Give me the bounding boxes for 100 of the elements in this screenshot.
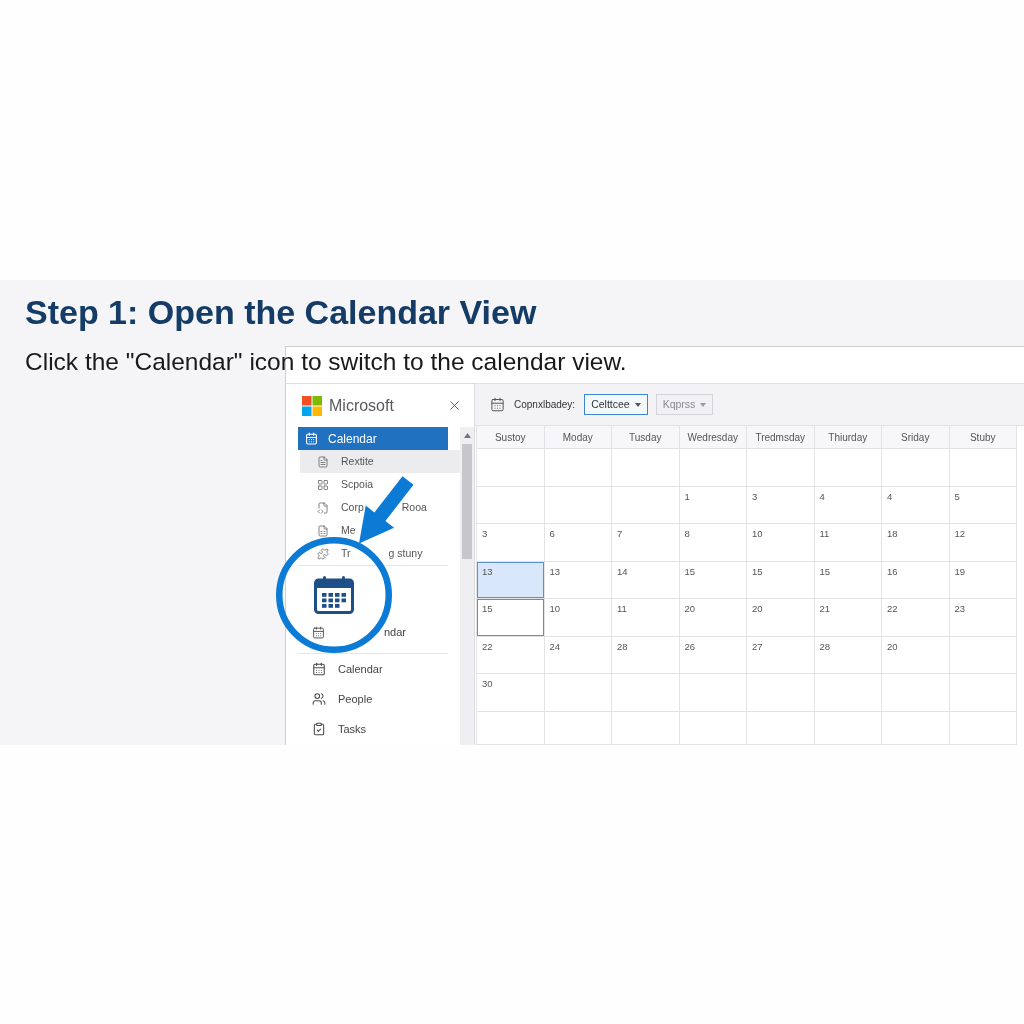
calendar-day-cell[interactable] (544, 711, 612, 745)
calendar-day-cell[interactable]: 8 (679, 524, 747, 562)
calendar-day-cell[interactable]: 26 (679, 636, 747, 674)
app-nav-item[interactable]: Tasks (286, 714, 460, 744)
calendar-day-cell[interactable]: 15 (477, 599, 545, 637)
calendar-day-cell[interactable]: 6 (544, 524, 612, 562)
step-title: Step 1: Open the Calendar View (25, 292, 537, 332)
weekday-header: Thiurday (814, 426, 882, 449)
code-file-icon (317, 501, 329, 514)
calendar-day-cell[interactable] (747, 674, 815, 712)
nav-subitem[interactable]: Tr (317, 547, 351, 560)
weekday-header: Sriday (882, 426, 950, 449)
calendar-day-cell[interactable]: 15 (814, 561, 882, 599)
calendar-day-cell[interactable] (477, 486, 545, 524)
puzzle-icon (317, 547, 329, 560)
spreadsheet-file-icon (317, 524, 329, 537)
dropdown[interactable]: Celttcee (584, 394, 648, 415)
calendar-day-cell[interactable]: 18 (882, 524, 950, 562)
app-nav-item[interactable]: Calendar (286, 654, 460, 684)
calendar-day-cell[interactable]: 20 (747, 599, 815, 637)
clipboard-icon (312, 722, 326, 736)
scrollbar-thumb[interactable] (462, 444, 472, 559)
calendar-day-cell[interactable] (747, 711, 815, 745)
calendar-day-cell[interactable]: 10 (544, 599, 612, 637)
nav-subitem-label[interactable]: g stuny (388, 548, 423, 559)
calendar-day-cell[interactable] (949, 674, 1017, 712)
nav-subitem[interactable]: Corp (317, 501, 364, 514)
calendar-day-cell[interactable]: 23 (949, 599, 1017, 637)
calendar-day-cell[interactable] (882, 711, 950, 745)
app-nav-item[interactable]: People (286, 684, 460, 714)
document-icon (317, 455, 329, 468)
weekday-header: Stuby (949, 426, 1017, 449)
calendar-day-cell[interactable] (949, 449, 1017, 487)
calendar-day-cell[interactable]: 7 (612, 524, 680, 562)
calendar-day-cell[interactable]: 4 (814, 486, 882, 524)
nav-subitem[interactable]: Scpoia (317, 478, 374, 491)
calendar-day-cell[interactable]: 21 (814, 599, 882, 637)
grid-icon (317, 478, 329, 491)
calendar-day-cell[interactable] (679, 449, 747, 487)
calendar-day-cell[interactable]: 22 (882, 599, 950, 637)
calendar-day-cell[interactable] (814, 711, 882, 745)
calendar-day-cell[interactable] (679, 674, 747, 712)
calendar-day-cell[interactable]: 30 (477, 674, 545, 712)
logo-icon (302, 395, 322, 416)
calendar-day-cell[interactable]: 10 (747, 524, 815, 562)
calendar-day-cell[interactable] (544, 486, 612, 524)
calendar-day-cell[interactable]: 28 (612, 636, 680, 674)
calendar-day-cell[interactable] (679, 711, 747, 745)
caret-icon (700, 402, 707, 407)
calendar-day-cell[interactable] (544, 449, 612, 487)
calendar-day-cell[interactable]: 3 (477, 524, 545, 562)
calendar-day-cell[interactable]: 15 (679, 561, 747, 599)
nav-subitem-label[interactable]: Rooa (401, 502, 427, 513)
weekday-header: Wedresday (679, 426, 747, 449)
calendar-day-cell[interactable] (477, 711, 545, 745)
nav-subitem[interactable]: Me (317, 524, 356, 537)
weekday-header: Moday (544, 426, 612, 449)
calendar-day-cell[interactable]: 1 (679, 486, 747, 524)
calendar-day-cell[interactable] (477, 449, 545, 487)
calendar-day-cell[interactable]: 22 (477, 636, 545, 674)
caret-icon (634, 402, 641, 407)
calendar-day-cell[interactable] (882, 674, 950, 712)
calendar-day-cell[interactable]: 15 (747, 561, 815, 599)
calendar-day-cell[interactable]: 28 (814, 636, 882, 674)
calendar-day-cell[interactable] (612, 449, 680, 487)
calendar-icon (490, 397, 505, 412)
calendar-day-cell[interactable] (544, 674, 612, 712)
calendar-day-cell[interactable]: 16 (882, 561, 950, 599)
toolbar-label: Copnxlbadey: (514, 398, 576, 412)
calendar-day-cell[interactable]: 5 (949, 486, 1017, 524)
calendar-day-cell[interactable] (949, 636, 1017, 674)
calendar-day-cell[interactable]: 14 (612, 561, 680, 599)
calendar-day-cell[interactable]: 19 (949, 561, 1017, 599)
calendar-day-cell[interactable]: 20 (679, 599, 747, 637)
calendar-day-cell[interactable]: 12 (949, 524, 1017, 562)
calendar-day-cell[interactable]: 20 (882, 636, 950, 674)
calendar-day-cell[interactable] (882, 449, 950, 487)
calendar-day-cell[interactable] (612, 486, 680, 524)
brand-name: Microsoft (329, 395, 394, 416)
calendar-day-cell[interactable]: 13 (477, 561, 545, 599)
calendar-day-cell[interactable]: 4 (882, 486, 950, 524)
calendar-day-cell[interactable]: 3 (747, 486, 815, 524)
scroll-up-icon[interactable] (463, 433, 471, 438)
nav-item-label[interactable]: ndar (384, 626, 407, 638)
calendar-day-cell[interactable]: 11 (814, 524, 882, 562)
calendar-day-cell[interactable]: 13 (544, 561, 612, 599)
calendar-day-cell[interactable] (949, 711, 1017, 745)
nav-subitem[interactable]: Rextite (300, 450, 460, 473)
calendar-icon[interactable] (312, 625, 325, 639)
calendar-day-cell[interactable]: 27 (747, 636, 815, 674)
calendar-day-cell[interactable] (747, 449, 815, 487)
calendar-day-cell[interactable] (612, 711, 680, 745)
calendar-day-cell[interactable] (612, 674, 680, 712)
calendar-day-cell[interactable]: 11 (612, 599, 680, 637)
calendar-day-cell[interactable]: 24 (544, 636, 612, 674)
calendar-day-cell[interactable] (814, 674, 882, 712)
nav-item[interactable]: Calendar (298, 427, 448, 450)
scrollbar-track[interactable] (460, 427, 474, 745)
weekday-header: Tredmsday (747, 426, 815, 449)
calendar-day-cell[interactable] (814, 449, 882, 487)
